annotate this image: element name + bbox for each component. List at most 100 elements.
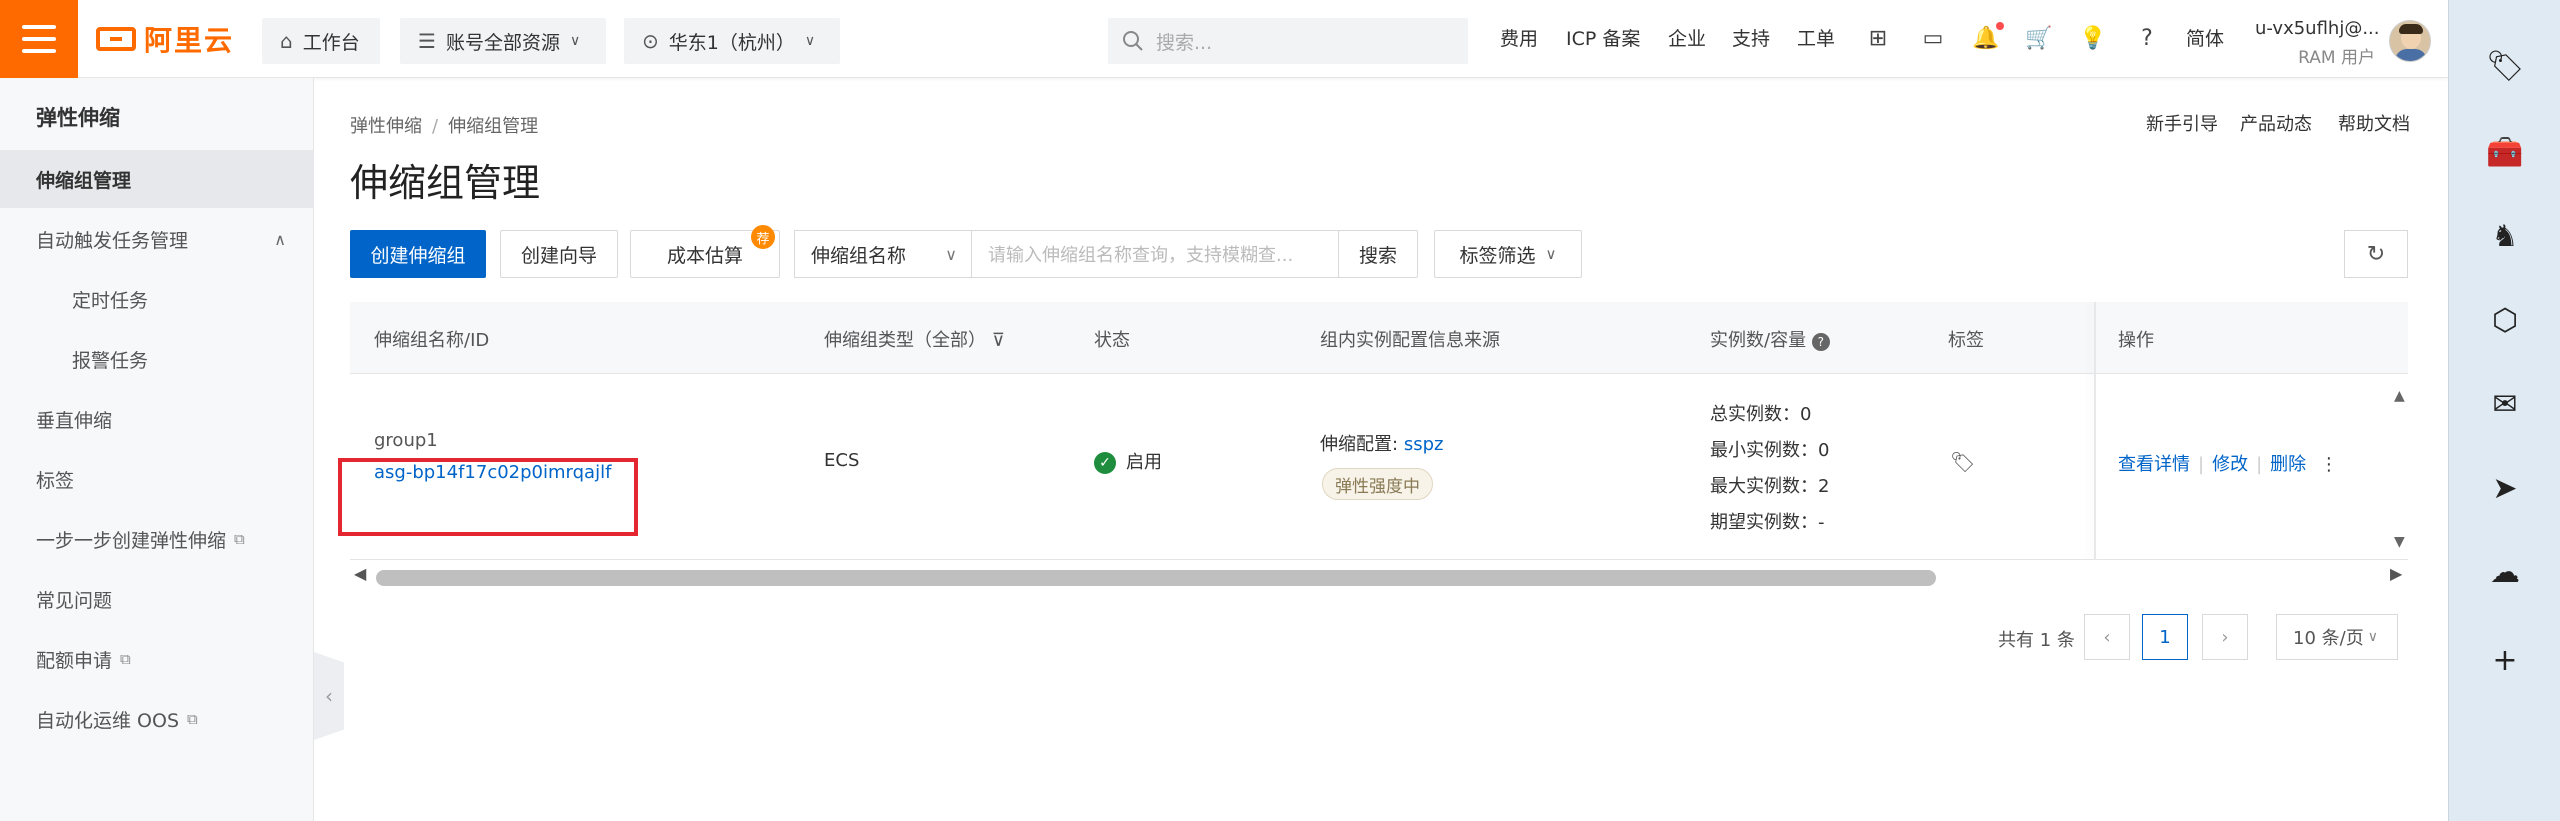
filter-icon[interactable]: ⊽ <box>992 330 1005 351</box>
page-1-button[interactable]: 1 <box>2142 614 2188 660</box>
create-scaling-group-button[interactable]: 创建伸缩组 <box>350 230 486 278</box>
hamburger-menu-button[interactable] <box>0 0 78 78</box>
view-details-link[interactable]: 查看详情 <box>2118 454 2190 475</box>
edit-link[interactable]: 修改 <box>2212 454 2248 475</box>
mail-badge-icon[interactable]: ✉ <box>2485 384 2525 424</box>
plus-icon[interactable]: + <box>2485 640 2525 680</box>
support-link[interactable]: 支持 <box>1732 24 1770 51</box>
more-actions-icon[interactable]: ⋮ <box>2320 454 2338 475</box>
column-header-actions: 操作 <box>2118 330 2154 351</box>
prev-page-button[interactable]: ‹ <box>2084 614 2130 660</box>
scroll-right-arrow[interactable]: ▶ <box>2390 564 2402 583</box>
account-info[interactable]: u-vx5uflhj@... RAM 用户 <box>2255 18 2380 68</box>
question-icon[interactable]: ? <box>1811 333 1830 351</box>
sidebar-item-quota[interactable]: 配额申请 ⧉ <box>0 630 314 688</box>
create-wizard-button[interactable]: 创建向导 <box>500 230 618 278</box>
ticket-link[interactable]: 工单 <box>1797 24 1835 51</box>
group-name: group1 <box>374 430 438 451</box>
cloud-icon[interactable]: ☁ <box>2485 552 2525 592</box>
sidebar-item-vertical-scaling[interactable]: 垂直伸缩 <box>0 390 314 448</box>
column-header-name: 伸缩组名称/ID <box>374 330 490 351</box>
beginner-guide-link[interactable]: 新手引导 <box>2146 110 2218 136</box>
check-circle-icon: ✓ <box>1094 452 1116 474</box>
total-instances: 总实例数：0 <box>1710 404 1812 425</box>
page-title: 伸缩组管理 <box>350 161 541 205</box>
elasticity-strength-badge: 弹性强度中 <box>1322 468 1433 500</box>
cloud-shell-icon[interactable]: ⊞ <box>1863 23 1893 53</box>
config-source: 伸缩配置: sspz <box>1320 434 1444 455</box>
location-pin-icon: ⊙ <box>642 29 659 53</box>
scaling-group-table: 伸缩组名称/ID 伸缩组类型（全部） ⊽ 状态 组内实例配置信息来源 实例数/容… <box>338 302 2408 560</box>
sidebar-item-alarm-tasks[interactable]: 报警任务 <box>0 330 314 388</box>
aliyun-logo-icon <box>96 27 136 51</box>
horizontal-scrollbar[interactable]: ◀ ▶ <box>350 564 2408 586</box>
tag-icon[interactable]: 🏷 <box>1950 450 1975 474</box>
chevron-left-icon: ‹ <box>2103 626 2111 648</box>
column-header-tags: 标签 <box>1948 330 1984 351</box>
chevron-up-icon: ∧ <box>274 229 286 249</box>
workbench-button[interactable]: ⌂ 工作台 <box>262 18 380 64</box>
tag-icon[interactable]: 🏷 <box>2485 46 2525 86</box>
expected-instances: 期望实例数：- <box>1710 512 1825 533</box>
external-link-icon: ⧉ <box>120 650 131 668</box>
page-size-select[interactable]: 10 条/页 ∨ <box>2276 614 2398 660</box>
sidebar-item-oos[interactable]: 自动化运维 OOS ⧉ <box>0 690 314 748</box>
lightbulb-icon[interactable]: 💡 <box>2078 23 2108 53</box>
column-header-config-source: 组内实例配置信息来源 <box>1320 330 1500 351</box>
cart-icon[interactable]: 🛒 <box>2024 23 2054 53</box>
search-button[interactable]: 搜索 <box>1338 230 1418 278</box>
product-news-link[interactable]: 产品动态 <box>2240 110 2312 136</box>
enterprise-link[interactable]: 企业 <box>1668 24 1706 51</box>
column-header-status: 状态 <box>1094 330 1130 351</box>
resource-group-selector[interactable]: ☰ 账号全部资源 ∨ <box>400 18 606 64</box>
sidebar-item-faq[interactable]: 常见问题 <box>0 570 314 628</box>
scroll-up-arrow[interactable]: ▲ <box>2394 388 2405 404</box>
chevron-down-icon: ∨ <box>1545 245 1557 263</box>
home-icon: ⌂ <box>280 29 293 53</box>
right-tool-rail: 🏷 🧰 ♞ ⬡ ✉ ➤ ☁ + <box>2448 0 2560 821</box>
top-bar: 阿里云 ⌂ 工作台 ☰ 账号全部资源 ∨ ⊙ 华东1（杭州） ∨ 搜索... 费… <box>0 0 2448 78</box>
group-type: ECS <box>824 450 860 471</box>
avatar[interactable] <box>2389 20 2431 62</box>
toolbox-icon[interactable]: 🧰 <box>2485 132 2525 172</box>
tag-filter-button[interactable]: 标签筛选 ∨ <box>1434 230 1582 278</box>
billing-link[interactable]: 费用 <box>1500 24 1538 51</box>
config-link[interactable]: sspz <box>1404 434 1444 455</box>
breadcrumb-item[interactable]: 弹性伸缩 <box>350 116 422 137</box>
global-search-input[interactable]: 搜索... <box>1108 18 1468 64</box>
region-selector[interactable]: ⊙ 华东1（杭州） ∨ <box>624 18 840 64</box>
scaling-group-search-input[interactable]: 请输入伸缩组名称查询，支持模糊查... <box>972 230 1346 278</box>
icp-link[interactable]: ICP 备案 <box>1566 24 1640 51</box>
breadcrumb: 弹性伸缩 / 伸缩组管理 <box>350 116 539 137</box>
help-icon[interactable]: ? <box>2132 23 2162 53</box>
cube-icon[interactable]: ⬡ <box>2485 300 2525 340</box>
sidebar-item-scaling-groups[interactable]: 伸缩组管理 <box>0 150 314 208</box>
chess-knight-icon[interactable]: ♞ <box>2485 216 2525 256</box>
filter-field-select[interactable]: 伸缩组名称 ∨ <box>794 230 972 278</box>
sidebar-item-auto-tasks[interactable]: 自动触发任务管理 ∧ <box>0 210 314 268</box>
column-header-instances: 实例数/容量 ? <box>1710 326 1830 352</box>
aliyun-logo[interactable]: 阿里云 <box>96 20 234 58</box>
refresh-icon: ↻ <box>2366 241 2386 267</box>
chevron-down-icon: ∨ <box>804 33 816 49</box>
terminal-icon[interactable]: ▭ <box>1918 23 1948 53</box>
refresh-button[interactable]: ↻ <box>2344 230 2408 278</box>
delete-link[interactable]: 删除 <box>2270 454 2306 475</box>
column-header-type[interactable]: 伸缩组类型（全部） ⊽ <box>824 326 1005 352</box>
language-switch[interactable]: 简体 <box>2186 24 2224 51</box>
cost-estimate-button[interactable]: 成本估算 荐 <box>630 225 780 278</box>
scroll-left-arrow[interactable]: ◀ <box>354 564 366 583</box>
help-docs-link[interactable]: 帮助文档 <box>2338 110 2410 136</box>
paper-plane-icon[interactable]: ➤ <box>2485 468 2525 508</box>
max-instances: 最大实例数：2 <box>1710 476 1830 497</box>
sidebar-item-scheduled-tasks[interactable]: 定时任务 <box>0 270 314 328</box>
scrollbar-thumb[interactable] <box>376 570 1936 586</box>
sidebar-item-step-by-step[interactable]: 一步一步创建弹性伸缩 ⧉ <box>0 510 314 568</box>
sidebar-item-tags[interactable]: 标签 <box>0 450 314 508</box>
breadcrumb-item: 伸缩组管理 <box>448 116 539 137</box>
chevron-down-icon: ∨ <box>2367 629 2378 645</box>
chevron-down-icon: ∨ <box>945 244 957 264</box>
next-page-button[interactable]: › <box>2202 614 2248 660</box>
scroll-down-arrow[interactable]: ▼ <box>2394 534 2405 550</box>
external-link-icon: ⧉ <box>187 710 198 728</box>
